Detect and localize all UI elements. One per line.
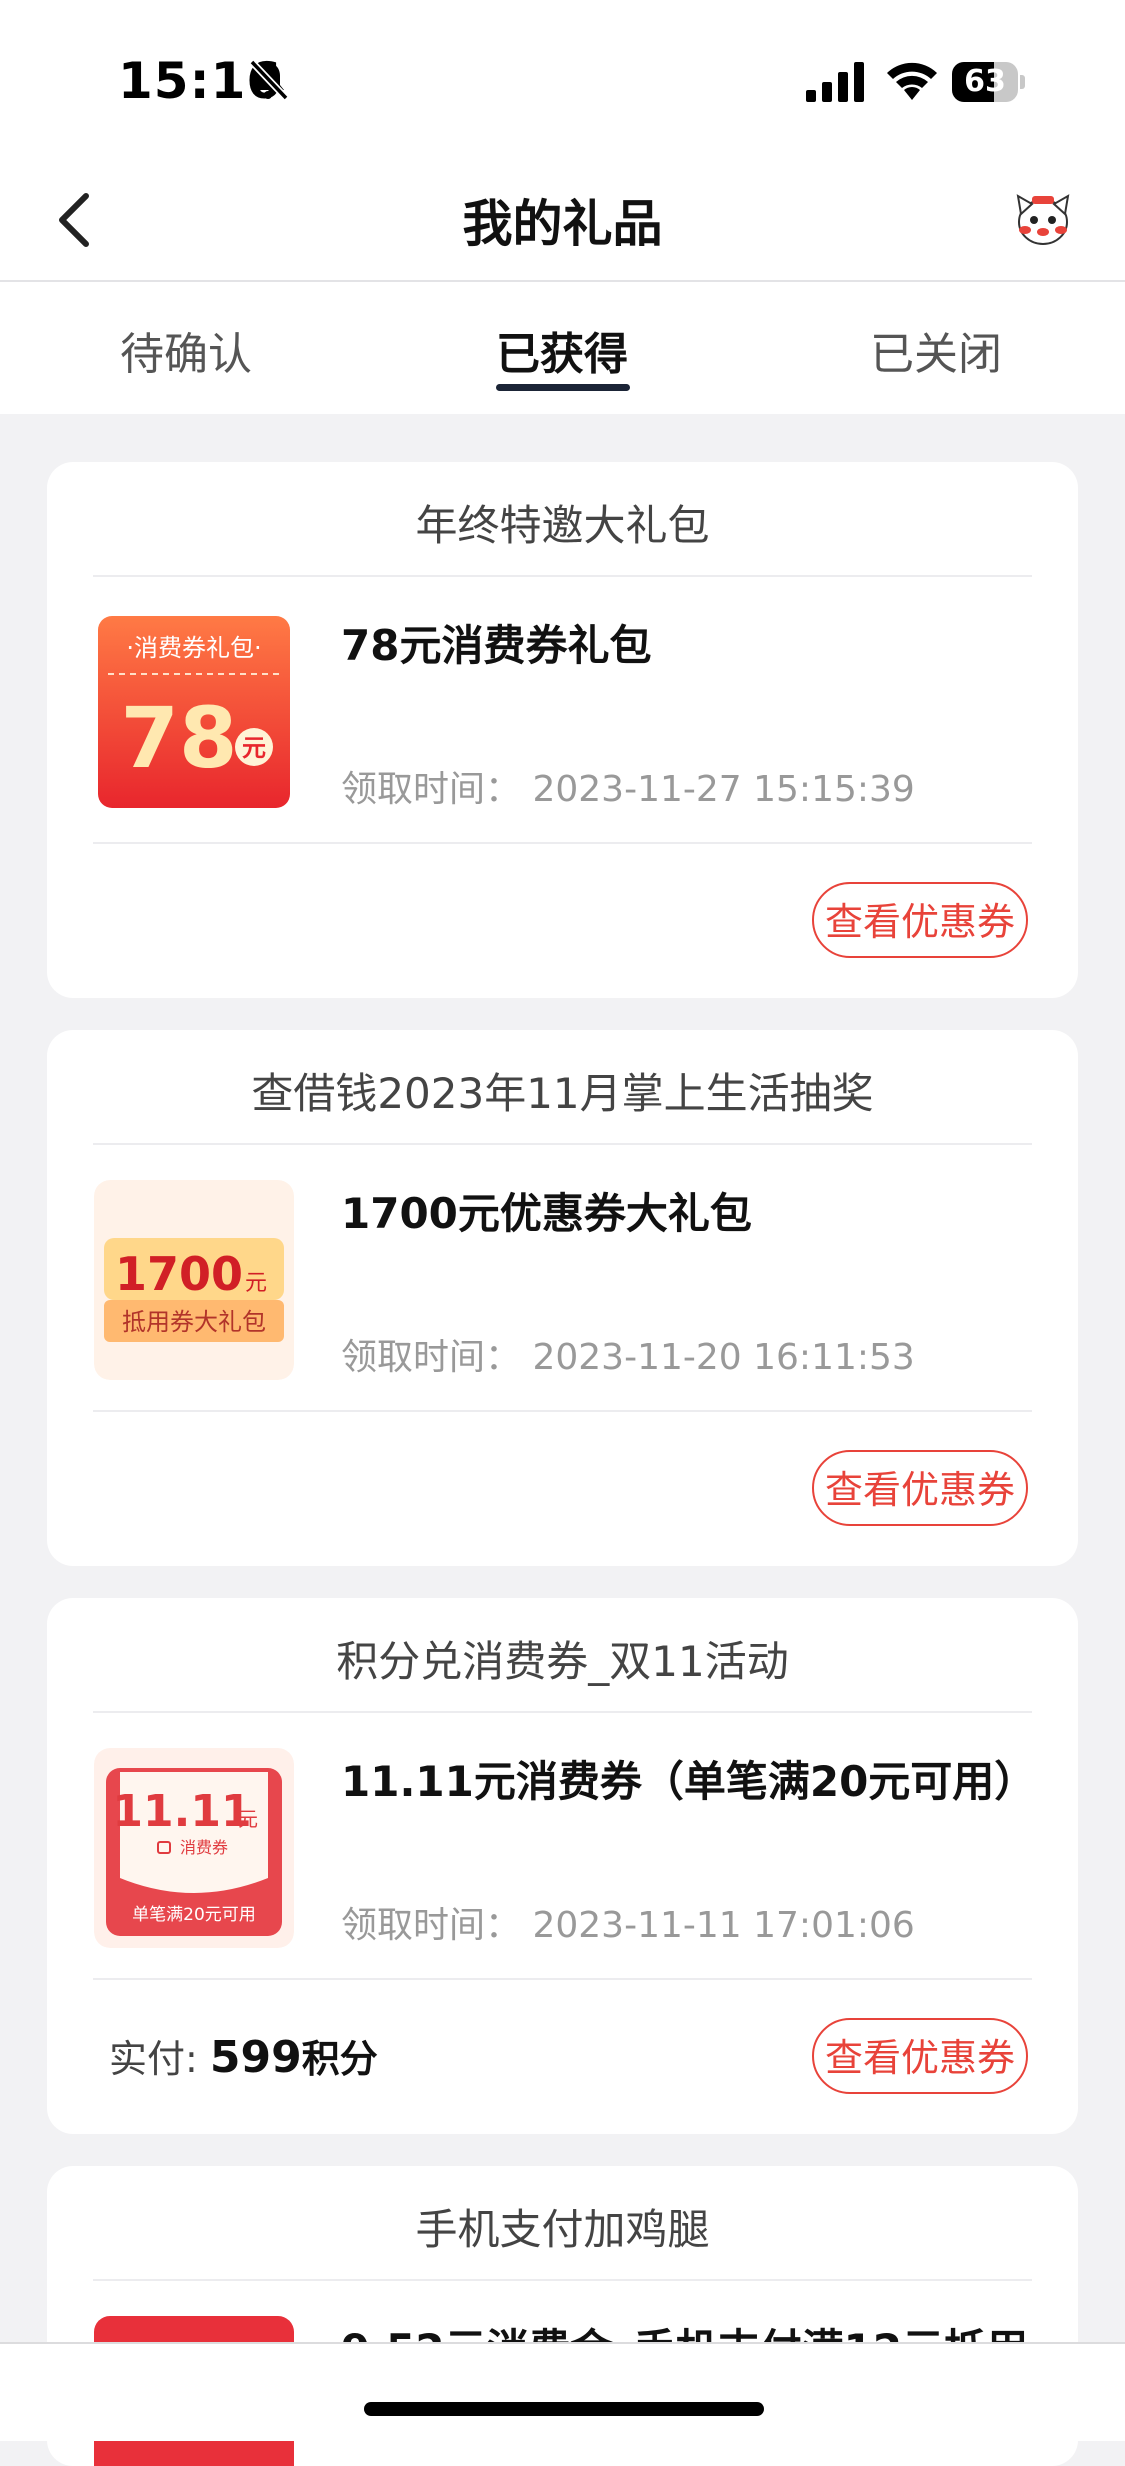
battery-icon: 63 — [952, 62, 1026, 102]
coupon-thumbnail[interactable]: 1700 元 抵用券大礼包 — [94, 1180, 294, 1380]
received-time-label: 领取时间： — [341, 1905, 522, 1946]
gift-title: 1700元优惠券大礼包 — [341, 1189, 752, 1238]
paid-points: 599 — [209, 2032, 302, 2083]
gift-source: 手机支付加鸡腿 — [415, 2205, 710, 2254]
gift-card: 积分兑消费券_双11活动 11.11 元 消费券 单笔满20元可用 11.11元… — [47, 1598, 1078, 2134]
gift-source: 查借钱2023年11月掌上生活抽奖 — [251, 1069, 874, 1118]
coupon-thumbnail[interactable]: 11.11 元 消费券 单笔满20元可用 — [94, 1748, 294, 1948]
gift-card: 查借钱2023年11月掌上生活抽奖 1700 元 抵用券大礼包 1700元优惠券… — [47, 1030, 1078, 1566]
divider — [93, 1143, 1032, 1145]
received-time-value: 2023-11-27 15:15:39 — [532, 769, 915, 810]
received-time-value: 2023-11-20 16:11:53 — [532, 1337, 915, 1378]
coupon-thumbnail[interactable]: ·消费券礼包· 78 元 — [94, 612, 294, 812]
received-time: 领取时间： 2023-11-11 17:01:06 — [341, 1896, 915, 1948]
paid-label: 实付: — [109, 2037, 198, 2081]
coupon-unit: 元 — [242, 734, 266, 762]
tab-closed[interactable]: 已关闭 — [836, 318, 1036, 382]
status-bar: 15:16 63 — [0, 0, 1125, 160]
active-tab-indicator — [496, 384, 630, 391]
mascot-icon[interactable] — [1010, 186, 1076, 252]
received-time: 领取时间： 2023-11-20 16:11:53 — [341, 1328, 915, 1380]
divider — [93, 575, 1032, 577]
cellular-signal-icon — [806, 62, 864, 102]
view-coupon-button[interactable]: 查看优惠券 — [812, 2018, 1028, 2094]
divider — [93, 1978, 1032, 1980]
coupon-badge-text: ·消费券礼包· — [126, 634, 261, 662]
coupon-amount: 11.11 — [112, 1786, 251, 1837]
tab-bar: 待确认 已获得 已关闭 — [0, 282, 1125, 414]
coupon-1700-image: 1700 元 抵用券大礼包 — [94, 1180, 294, 1380]
coupon-unit: 元 — [245, 1271, 267, 1296]
tab-obtained[interactable]: 已获得 — [462, 318, 662, 382]
tab-pending[interactable]: 待确认 — [86, 318, 286, 382]
coupon-unit: 元 — [238, 1807, 258, 1831]
received-time-value: 2023-11-11 17:01:06 — [532, 1905, 915, 1946]
divider — [93, 1410, 1032, 1412]
divider — [93, 842, 1032, 844]
view-coupon-button[interactable]: 查看优惠券 — [812, 1450, 1028, 1526]
divider — [93, 2279, 1032, 2281]
bell-muted-icon — [249, 59, 289, 101]
coupon-label: 消费券 — [180, 1838, 228, 1857]
coupon-1111-image: 11.11 元 消费券 单笔满20元可用 — [94, 1748, 294, 1948]
home-indicator[interactable] — [364, 2402, 764, 2416]
received-time-label: 领取时间： — [341, 769, 522, 810]
gift-source: 积分兑消费券_双11活动 — [336, 1637, 789, 1686]
coupon-amount: 78 — [121, 689, 238, 787]
received-time: 领取时间： 2023-11-27 15:15:39 — [341, 760, 915, 812]
bottom-safe-area — [0, 2342, 1125, 2441]
paid-amount: 实付: 599积分 — [109, 2028, 378, 2083]
view-coupon-button[interactable]: 查看优惠券 — [812, 882, 1028, 958]
divider — [93, 1711, 1032, 1713]
battery-percent: 63 — [964, 64, 1006, 99]
received-time-label: 领取时间： — [341, 1337, 522, 1378]
coupon-caption: 单笔满20元可用 — [132, 1905, 256, 1925]
wifi-icon — [887, 62, 937, 100]
gift-card: 年终特邀大礼包 ·消费券礼包· 78 元 78元消费券礼包 领取时间： 2023… — [47, 462, 1078, 998]
coupon-78-image: ·消费券礼包· 78 元 — [98, 616, 290, 808]
gift-title: 11.11元消费券（单笔满20元可用） — [341, 1757, 1037, 1806]
gift-title: 78元消费券礼包 — [341, 621, 652, 670]
coupon-caption: 抵用券大礼包 — [122, 1308, 266, 1336]
paid-unit: 积分 — [301, 2037, 378, 2081]
nav-bar: 我的礼品 — [0, 160, 1125, 282]
gift-source: 年终特邀大礼包 — [415, 501, 710, 550]
coupon-amount: 1700 — [115, 1247, 243, 1301]
page-title: 我的礼品 — [462, 195, 663, 253]
